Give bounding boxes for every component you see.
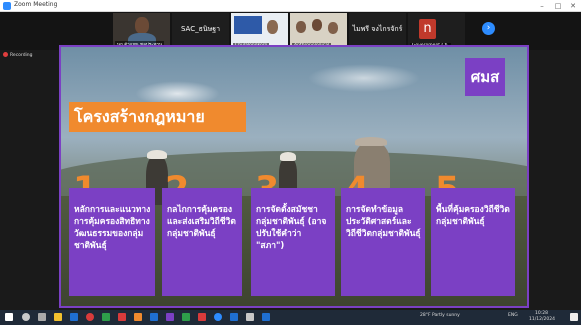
head-scarf [280, 152, 297, 161]
edge-icon[interactable] [70, 313, 78, 321]
slide-title: โครงสร้างกฎหมาย [69, 102, 246, 132]
item-text: การจัดตั้งสมัชชากลุ่มชาติพันธุ์ (อาจปรับ… [256, 205, 327, 251]
item-box: พื้นที่คุ้มครองวิถีชีวิตกลุ่มชาติพันธุ์ [431, 188, 515, 296]
next-page-icon[interactable]: › [482, 22, 495, 35]
zoom-taskbar-icon[interactable] [214, 313, 222, 321]
app-icon[interactable] [246, 313, 254, 321]
head-scarf [147, 150, 167, 159]
participant-video [267, 20, 278, 34]
windows-taskbar: 28°F Partly sunny ENG 10:28 11/12/2024 [0, 310, 581, 325]
window-titlebar: Zoom Meeting – □ ✕ [0, 0, 581, 12]
clock-time[interactable]: 10:28 [535, 311, 548, 316]
item-text: การจัดทำข้อมูลประวัติศาสตร์และวิถีชีวิตก… [346, 205, 421, 239]
zoom-app-icon [3, 2, 11, 10]
app-icon[interactable] [230, 313, 238, 321]
pdf-icon[interactable] [118, 313, 126, 321]
item-box: หลักการและแนวทางการคุ้มครองสิทธิทางวัฒนธ… [69, 188, 155, 296]
task-view-icon[interactable] [38, 313, 46, 321]
participant-tile[interactable]: ไมพรี จงไกรจักร์ [349, 13, 406, 49]
powerpoint-icon[interactable] [134, 313, 142, 321]
participant-avatar: n [419, 19, 436, 39]
participant-video [296, 21, 306, 33]
head-scarf [355, 137, 388, 146]
recording-label: Recording [10, 53, 33, 58]
app-icon[interactable] [262, 313, 270, 321]
recording-indicator: Recording [3, 52, 33, 58]
item-box: การจัดทำข้อมูลประวัติศาสตร์และวิถีชีวิตก… [341, 188, 425, 296]
file-explorer-icon[interactable] [54, 313, 62, 321]
maximize-button[interactable]: □ [551, 0, 565, 12]
organization-logo: ศมส [465, 58, 505, 96]
app-icon[interactable] [166, 313, 174, 321]
participant-tile[interactable]: n Government Ch. [408, 13, 465, 49]
app-icon[interactable] [198, 313, 206, 321]
item-text: หลักการและแนวทางการคุ้มครองสิทธิทางวัฒนธ… [74, 205, 151, 251]
participant-display-name: SAC_ธนิษฐา [180, 25, 221, 33]
start-icon[interactable] [5, 313, 13, 321]
close-button[interactable]: ✕ [566, 0, 580, 12]
item-text: กลไกการคุ้มครองและส่งเสริมวิถีชีวิตกลุ่ม… [167, 205, 236, 239]
participant-tile[interactable]: นก ตัวแทน ชลประทาน [113, 13, 170, 49]
shared-slide: ศมส โครงสร้างกฎหมาย 1 หลักการและแนวทางกา… [59, 45, 529, 308]
participant-tile[interactable]: SAC_ธนิษฐา [172, 13, 229, 49]
item-box: กลไกการคุ้มครองและส่งเสริมวิถีชีวิตกลุ่ม… [162, 188, 242, 296]
shared-slide-thumbnail [234, 16, 262, 34]
record-dot-icon [3, 52, 8, 57]
minimize-button[interactable]: – [535, 0, 549, 12]
participant-video [328, 22, 338, 34]
window-title: Zoom Meeting [14, 1, 58, 8]
chrome-icon[interactable] [86, 313, 94, 321]
participant-video [135, 17, 149, 34]
item-box: การจัดตั้งสมัชชากลุ่มชาติพันธุ์ (อาจปรับ… [251, 188, 335, 296]
participant-video [312, 19, 322, 31]
clock-date[interactable]: 11/12/2024 [529, 317, 555, 322]
participant-tile[interactable]: Chulalongkorn [231, 13, 288, 49]
word-icon[interactable] [150, 313, 158, 321]
search-icon[interactable] [22, 313, 30, 321]
weather-widget[interactable]: 28°F Partly sunny [420, 313, 460, 318]
participant-tile[interactable]: Anthropological [290, 13, 347, 49]
language-indicator[interactable]: ENG [508, 313, 518, 318]
notifications-icon[interactable] [570, 313, 578, 321]
excel-icon[interactable] [102, 313, 110, 321]
participant-display-name: ไมพรี จงไกรจักร์ [352, 25, 403, 33]
line-icon[interactable] [182, 313, 190, 321]
item-text: พื้นที่คุ้มครองวิถีชีวิตกลุ่มชาติพันธุ์ [436, 205, 510, 227]
